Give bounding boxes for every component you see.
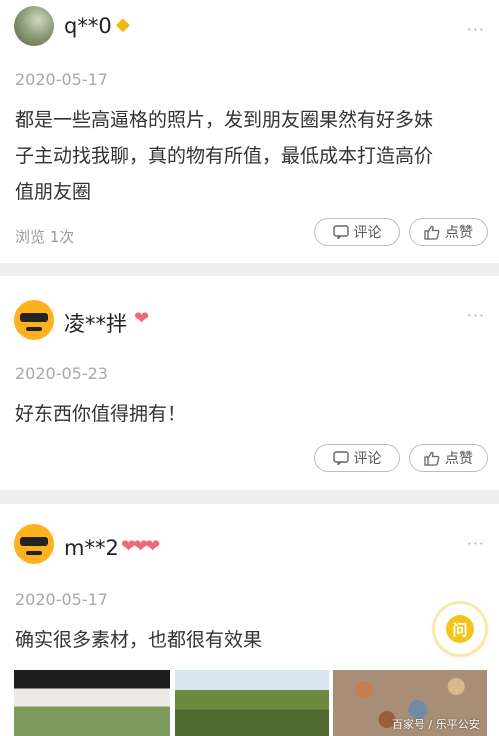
post-image-1[interactable] bbox=[14, 670, 170, 736]
ask-question-button[interactable]: 问 bbox=[435, 604, 485, 654]
user-avatar[interactable] bbox=[14, 6, 54, 46]
comment-label: 评论 bbox=[353, 451, 382, 467]
comment-button[interactable]: 评论 bbox=[314, 444, 400, 472]
sunglasses-icon bbox=[20, 537, 48, 546]
comment-text: 都是一些高逼格的照片，发到朋友圈果然有好多妹 子主动找我聊，真的物有所值，最低成… bbox=[15, 109, 434, 203]
comment-label: 评论 bbox=[353, 225, 382, 241]
question-icon: 问 bbox=[446, 615, 474, 643]
comment-text: 确实很多素材，也都很有效果 bbox=[15, 629, 263, 651]
more-options-icon[interactable]: ··· bbox=[467, 306, 485, 325]
post-date: 2020-05-17 bbox=[15, 590, 108, 609]
post-date: 2020-05-23 bbox=[15, 364, 108, 383]
comment-card-1: q**0 ◆ ··· 2020-05-17 都是一些高逼格的照片，发到朋友圈果然… bbox=[0, 0, 499, 263]
username[interactable]: 凌**拌 bbox=[64, 308, 127, 338]
like-label: 点赞 bbox=[445, 225, 473, 241]
comment-card-2: 凌**拌 ❤ ··· 2020-05-23 好东西你值得拥有！ 评论 点赞 bbox=[0, 276, 499, 490]
comment-text: 好东西你值得拥有！ bbox=[15, 403, 187, 425]
post-date: 2020-05-17 bbox=[15, 70, 108, 89]
thumbs-up-icon bbox=[424, 451, 440, 466]
username[interactable]: m**2 bbox=[64, 536, 119, 560]
user-avatar[interactable] bbox=[14, 300, 54, 340]
hearts-icon: ❤❤❤ bbox=[121, 536, 160, 557]
view-count: 浏览 1次 bbox=[15, 228, 75, 246]
comment-icon bbox=[332, 451, 349, 465]
comment-button[interactable]: 评论 bbox=[314, 218, 400, 246]
watermark: 百家号 / 乐平公安 bbox=[392, 718, 480, 731]
like-button[interactable]: 点赞 bbox=[409, 444, 488, 472]
heart-icon: ❤ bbox=[134, 308, 149, 329]
like-label: 点赞 bbox=[445, 451, 473, 467]
more-options-icon[interactable]: ··· bbox=[467, 534, 485, 553]
post-image-2[interactable] bbox=[175, 670, 329, 736]
sunglasses-icon bbox=[20, 313, 48, 322]
like-button[interactable]: 点赞 bbox=[409, 218, 488, 246]
thumbs-up-icon bbox=[424, 225, 440, 240]
username[interactable]: q**0 bbox=[64, 14, 112, 38]
more-options-icon[interactable]: ··· bbox=[467, 20, 485, 39]
gem-icon: ◆ bbox=[116, 14, 130, 35]
user-avatar[interactable] bbox=[14, 524, 54, 564]
comment-icon bbox=[332, 225, 349, 239]
